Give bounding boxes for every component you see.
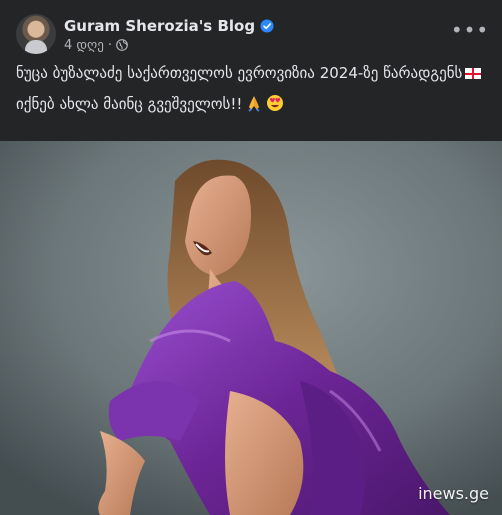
facebook-post: Guram Sherozia's Blog 4 დღე · ••• ნუცა ბ… — [0, 0, 502, 515]
photo-watermark: inews.ge — [418, 484, 489, 503]
more-options-icon[interactable]: ••• — [451, 20, 488, 40]
flag-georgia-icon — [465, 68, 482, 79]
author-name[interactable]: Guram Sherozia's Blog — [64, 17, 255, 35]
meta-separator: · — [107, 37, 112, 53]
author-avatar[interactable] — [16, 14, 56, 54]
post-meta: 4 დღე · — [64, 37, 128, 53]
post-header: Guram Sherozia's Blog 4 დღე · ••• — [16, 14, 488, 56]
heart-eyes-icon — [267, 95, 284, 111]
post-text-line-2-content: იქნებ ახლა მაინც გვეშველოს!! — [16, 95, 243, 113]
post-text: ნუცა ბუზალაძე საქართველოს ევროვიზია 2024… — [16, 62, 486, 115]
post-text-line-2: იქნებ ახლა მაინც გვეშველოს!! — [16, 93, 486, 115]
post-photo[interactable]: inews.ge — [0, 141, 502, 515]
photo-image — [0, 141, 502, 515]
author-row: Guram Sherozia's Blog — [64, 16, 274, 36]
post-text-line-1-content: ნუცა ბუზალაძე საქართველოს ევროვიზია 2024… — [16, 64, 463, 82]
globe-icon[interactable] — [116, 39, 128, 51]
post-text-line-1: ნუცა ბუზალაძე საქართველოს ევროვიზია 2024… — [16, 62, 486, 84]
folded-hands-icon — [248, 96, 260, 112]
verified-badge-icon — [260, 19, 274, 33]
avatar-shirt — [25, 40, 47, 54]
post-timestamp[interactable]: 4 დღე — [64, 38, 104, 53]
